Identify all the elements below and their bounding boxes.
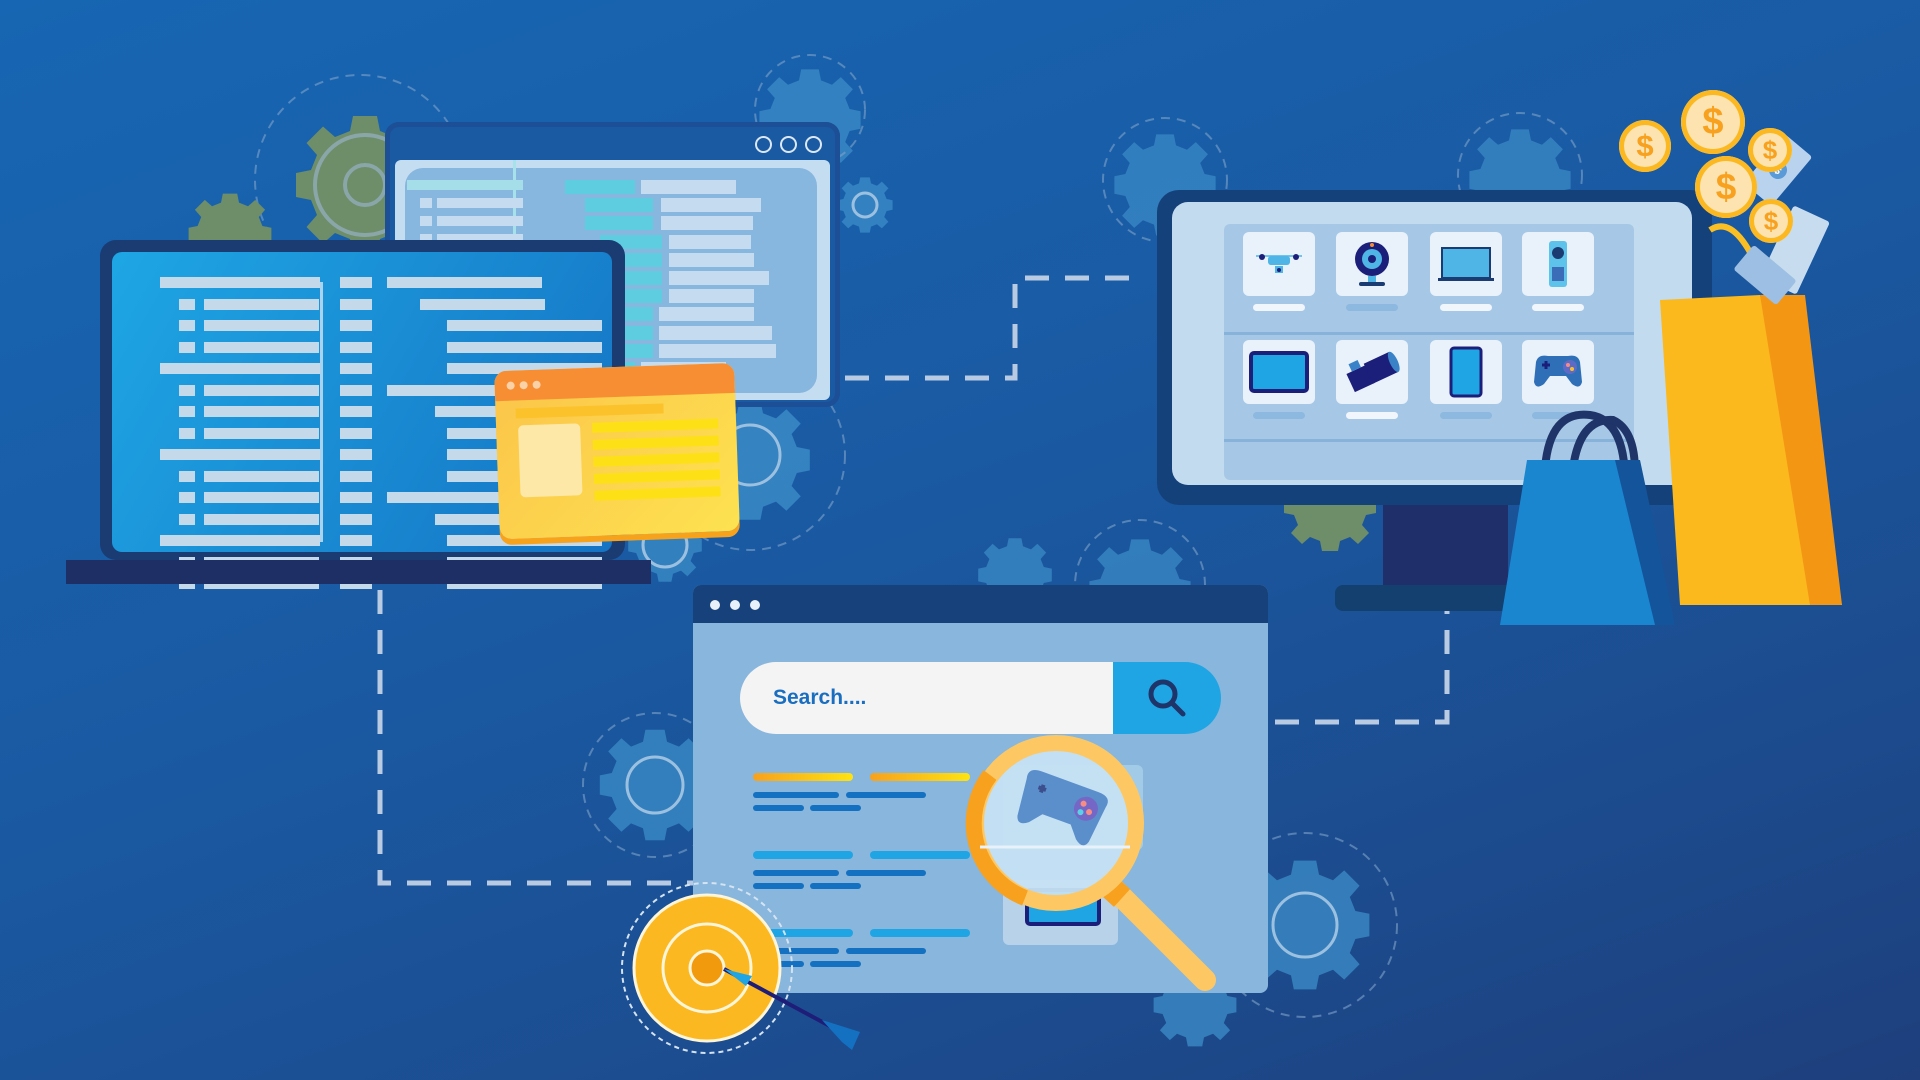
monitor-stand — [1383, 500, 1508, 590]
product-tile[interactable] — [1336, 340, 1408, 404]
dollar-sign: $ — [1636, 128, 1654, 163]
code-line — [179, 492, 195, 503]
code-line — [340, 449, 372, 460]
code-line — [160, 535, 320, 546]
code-line — [179, 406, 195, 417]
code-line — [179, 384, 195, 396]
search-placeholder: Search.... — [773, 686, 867, 709]
gamepad-icon — [1534, 355, 1582, 387]
window-control-icon[interactable] — [805, 136, 822, 153]
code-line — [160, 449, 320, 460]
code-line — [340, 384, 372, 396]
coin-icon: $ — [1695, 156, 1757, 218]
search-icon — [1148, 679, 1186, 717]
coin-icon: $ — [1619, 120, 1671, 172]
code-line — [340, 277, 372, 288]
window-control-icon[interactable] — [755, 136, 772, 153]
product-label — [1440, 304, 1492, 311]
code-line — [204, 513, 319, 525]
product-label — [1532, 304, 1584, 311]
window-controls — [506, 380, 541, 390]
target-icon — [621, 882, 860, 1054]
monitor-icon — [1249, 351, 1309, 393]
code-line — [204, 320, 319, 331]
code-line — [179, 320, 195, 331]
product-tile[interactable] — [1430, 340, 1502, 404]
code-line — [340, 470, 372, 482]
code-line — [340, 535, 372, 546]
product-label — [1253, 304, 1305, 311]
dollar-sign: $ — [1702, 100, 1724, 143]
product-tile[interactable] — [1243, 232, 1315, 296]
code-line — [204, 406, 319, 417]
coin-icon: $ — [1681, 90, 1745, 154]
code-line — [204, 341, 319, 353]
window-control-icon[interactable] — [780, 136, 797, 153]
window-header — [693, 585, 1268, 623]
code-line — [179, 298, 195, 310]
remote-icon — [1549, 241, 1567, 287]
dollar-sign: $ — [1715, 166, 1737, 207]
product-label — [1346, 304, 1398, 311]
product-tile[interactable] — [1243, 340, 1315, 404]
popup-window — [494, 362, 740, 540]
code-line — [340, 513, 372, 525]
code-line — [160, 277, 320, 288]
code-line — [204, 384, 319, 396]
dollar-sign: $ — [1763, 205, 1779, 236]
code-line — [179, 341, 195, 353]
magnifier-icon — [965, 735, 1216, 991]
code-line — [340, 363, 372, 374]
code-line — [179, 513, 195, 525]
code-line — [204, 298, 319, 310]
window-control-icon[interactable] — [532, 380, 541, 389]
product-label — [1253, 412, 1305, 419]
product-tile[interactable] — [1522, 340, 1594, 404]
dollar-sign: $ — [1762, 134, 1778, 165]
shopping-bag-blue — [1500, 410, 1675, 625]
product-label — [1440, 412, 1492, 419]
code-line — [204, 492, 319, 503]
code-line — [340, 406, 372, 417]
webcam-icon — [1355, 242, 1389, 286]
code-line — [204, 427, 319, 439]
window-control-icon[interactable] — [730, 600, 740, 610]
code-line — [420, 298, 545, 310]
product-tile[interactable] — [1522, 232, 1594, 296]
coin-icon: $ — [1748, 128, 1792, 172]
code-line — [179, 427, 195, 439]
tablet-icon — [1449, 346, 1483, 398]
laptop-base — [66, 560, 651, 584]
laptop-icon — [1438, 247, 1494, 281]
camera-icon — [1346, 351, 1400, 393]
window-control-icon[interactable] — [750, 600, 760, 610]
coin-icon: $ — [1749, 199, 1793, 243]
drone-icon — [1256, 254, 1302, 273]
search-input[interactable]: Search.... — [740, 662, 1120, 734]
code-line — [160, 363, 320, 374]
code-line — [340, 298, 372, 310]
code-line — [447, 320, 602, 331]
code-line — [179, 470, 195, 482]
window-control-icon[interactable] — [506, 381, 515, 390]
window-control-icon[interactable] — [710, 600, 720, 610]
code-line — [387, 277, 542, 288]
window-control-icon[interactable] — [519, 381, 528, 390]
gear-icon — [837, 177, 893, 233]
code-line — [447, 341, 602, 353]
product-tile[interactable] — [1336, 232, 1408, 296]
search-button[interactable] — [1113, 662, 1221, 734]
code-line — [340, 341, 372, 353]
code-line — [204, 470, 319, 482]
code-line — [340, 320, 372, 331]
image-placeholder — [518, 423, 583, 498]
product-label — [1346, 412, 1398, 419]
code-line — [340, 427, 372, 439]
window-controls — [710, 600, 760, 610]
window-controls — [755, 136, 822, 153]
code-line — [340, 492, 372, 503]
product-tile[interactable] — [1430, 232, 1502, 296]
